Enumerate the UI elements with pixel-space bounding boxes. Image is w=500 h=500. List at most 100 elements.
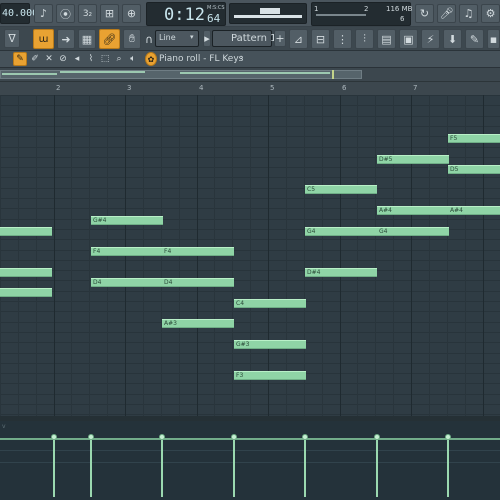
note[interactable]: F3 (234, 371, 306, 380)
erase-tool-icon[interactable]: ⊘ (57, 52, 69, 66)
bar-number: 5 (270, 84, 275, 92)
piano-icon[interactable]: ▦ (78, 29, 96, 49)
velocity-stem[interactable] (304, 435, 306, 497)
bar-line (411, 95, 412, 416)
main-toolbar: 40.000 ♪ ⦿ 3₂ ⊞ ⊕ 0:12 M:S:CS 64 1 2 116… (0, 0, 500, 27)
note[interactable] (0, 227, 52, 236)
note[interactable]: G#4 (91, 216, 163, 225)
pattern-arrow-icon[interactable]: ▸ (203, 30, 211, 47)
beat-line (18, 95, 19, 416)
arrow-right-icon[interactable]: ➜ (57, 29, 75, 49)
tools-toolbar: ᐁ ɯ ➜ ▦ 🔗︎ ✋︎ ∩ Line ▾ ▸ Pattern 1 + ⊿ ⊟… (0, 27, 500, 51)
hand-icon[interactable]: ✋︎ (123, 29, 141, 49)
velocity-stem[interactable] (53, 435, 55, 497)
memory-value: 116 MB (386, 5, 413, 13)
tempo-display[interactable]: 40.000 (0, 3, 38, 24)
arp-icon[interactable]: ⊟ (311, 29, 330, 49)
velocity-handle[interactable] (51, 434, 57, 440)
bar-number: 3 (127, 84, 132, 92)
note[interactable]: D#4 (305, 268, 377, 277)
cpu-right-value: 2 (364, 5, 369, 13)
velocity-handle[interactable] (231, 434, 237, 440)
staccato-icon[interactable]: ⋮ (333, 29, 352, 49)
fl-studio-window: 40.000 ♪ ⦿ 3₂ ⊞ ⊕ 0:12 M:S:CS 64 1 2 116… (0, 0, 500, 500)
paint-tool-icon[interactable]: ✐ (29, 52, 41, 66)
wait-for-input-icon[interactable]: ⦿ (56, 4, 75, 23)
note[interactable]: F5 (448, 134, 500, 143)
note-grid[interactable]: G#4 F4 F4 D4 D4 A#3 C4 G#3 F3 C5 G4 D#4 D#5 A#4 G4 F5 D5… (0, 95, 500, 416)
velocity-stem[interactable] (161, 435, 163, 497)
speaker-tool-icon[interactable]: 🔈︎ (127, 52, 139, 66)
plugin-menu-icon[interactable]: ✿ (145, 52, 157, 66)
beat-line (357, 95, 358, 416)
velocity-stem[interactable] (90, 435, 92, 497)
tempo-value: 40.000 (2, 8, 39, 19)
note[interactable]: F4 (162, 247, 234, 256)
note[interactable]: D4 (91, 278, 163, 287)
snap-select[interactable]: Line ▾ (155, 30, 199, 47)
velocity-handle[interactable] (159, 434, 165, 440)
beat-line (36, 95, 37, 416)
note[interactable]: G#3 (234, 340, 306, 349)
velocity-handle[interactable] (445, 434, 451, 440)
delete-tool-icon[interactable]: ✕ (43, 52, 55, 66)
note[interactable] (0, 288, 52, 297)
zoom-tool-icon[interactable]: ⌕ (113, 52, 125, 66)
draw-tool-icon[interactable]: ✎ (13, 52, 27, 66)
velocity-handle[interactable] (302, 434, 308, 440)
timeline-ruler[interactable]: 2 3 4 5 6 7 (0, 81, 500, 95)
mixer-icon[interactable]: ⫶ (355, 29, 374, 49)
note[interactable]: D5 (448, 165, 500, 174)
note[interactable]: G4 (377, 227, 449, 236)
pattern-selector[interactable]: Pattern 1 (212, 30, 277, 47)
note[interactable]: C5 (305, 185, 377, 194)
typing-keyboard-icon[interactable]: ɯ (33, 29, 54, 49)
download-icon[interactable]: ⬇︎ (443, 29, 462, 49)
velocity-handle[interactable] (374, 434, 380, 440)
velocity-editor[interactable]: v (0, 421, 500, 500)
velocity-stem[interactable] (447, 435, 449, 497)
note[interactable]: A#4 (377, 206, 449, 215)
note[interactable] (0, 268, 52, 277)
mute-tool-icon[interactable]: ◂ (71, 52, 83, 66)
chart-icon[interactable]: ⊿ (289, 29, 308, 49)
note[interactable]: G4 (305, 227, 377, 236)
beat-line (375, 95, 376, 416)
note[interactable]: A#4 (448, 206, 500, 215)
reset-icon[interactable]: ↻ (415, 4, 434, 23)
select-tool-icon[interactable]: ⬚ (99, 52, 111, 66)
cpu-icon[interactable]: ⚙ (481, 4, 500, 23)
bar-line (54, 95, 55, 416)
more-icon[interactable]: ▪ (487, 29, 500, 49)
note[interactable]: C4 (234, 299, 306, 308)
hint-icon[interactable]: ✎ (465, 29, 484, 49)
plugin-icon[interactable]: ▣ (399, 29, 418, 49)
add-pattern-icon[interactable]: + (274, 30, 286, 47)
velocity-stem[interactable] (376, 435, 378, 497)
bar-number: 6 (342, 84, 347, 92)
pattern-overview[interactable] (0, 68, 500, 81)
velocity-handle[interactable] (88, 434, 94, 440)
pin-icon[interactable]: ᐁ (4, 29, 20, 48)
metronome-icon[interactable]: ♪ (34, 4, 53, 23)
countdown-icon[interactable]: 3₂ (78, 4, 97, 23)
time-main: 0:12 (164, 5, 205, 25)
event-guide-line (0, 462, 500, 463)
plug-icon[interactable]: ⚡︎ (421, 29, 440, 49)
magnet-icon[interactable]: ∩ (144, 29, 154, 49)
microphone-icon[interactable]: 🎤︎ (437, 4, 456, 23)
link-icon[interactable]: 🔗︎ (99, 29, 120, 49)
velocity-stem[interactable] (233, 435, 235, 497)
note[interactable]: D#5 (377, 155, 449, 164)
waveform-monitor (229, 3, 307, 24)
note[interactable]: D4 (162, 278, 234, 287)
beat-line (250, 95, 251, 416)
note[interactable]: A#3 (162, 319, 234, 328)
step-edit-icon[interactable]: ⊞ (100, 4, 119, 23)
slice-tool-icon[interactable]: ⌇ (85, 52, 97, 66)
note[interactable]: F4 (91, 247, 163, 256)
blend-notes-icon[interactable]: ⊕ (122, 4, 141, 23)
pianoroll-tools: ✎ ✐ ✕ ⊘ ◂ ⌇ ⬚ ⌕ 🔈︎ ✿ Piano roll - FL Key… (0, 51, 500, 68)
record-icon[interactable]: ▤ (377, 29, 396, 49)
midi-icon[interactable]: ♫ (459, 4, 478, 23)
